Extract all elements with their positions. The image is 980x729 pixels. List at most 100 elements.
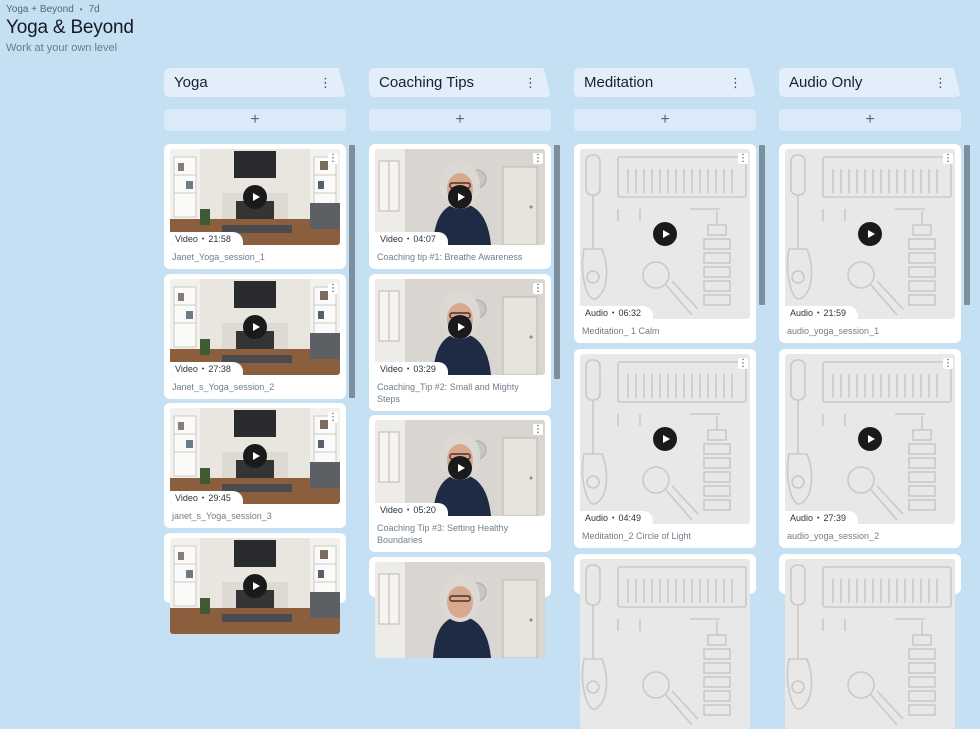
play-icon[interactable] xyxy=(653,427,677,451)
video-thumbnail[interactable] xyxy=(375,562,545,658)
add-item-button[interactable]: + xyxy=(369,109,551,131)
video-thumbnail[interactable]: Video • 03:29 ⋮ xyxy=(375,279,545,375)
column-scrollbar[interactable] xyxy=(554,145,560,379)
add-item-button[interactable]: + xyxy=(779,109,961,131)
play-icon[interactable] xyxy=(243,574,267,598)
column-title: Audio Only xyxy=(789,74,863,91)
column-scrollbar[interactable] xyxy=(349,145,355,398)
media-duration: 04:07 xyxy=(413,234,436,244)
media-card[interactable]: Video • 03:29 ⋮ Coaching_Tip #2: Small and… xyxy=(369,274,551,411)
card-menu-icon[interactable]: ⋮ xyxy=(328,153,338,164)
media-card[interactable]: Video • 05:20 ⋮ Coaching Tip #3: Setting H… xyxy=(369,415,551,552)
media-duration: 04:49 xyxy=(618,513,642,523)
column-yoga: Yoga ⋮ + Video • 21:58 ⋮ Janet_Yoga_sessio… xyxy=(164,68,346,131)
media-duration: 05:20 xyxy=(413,505,436,515)
play-icon[interactable] xyxy=(858,222,882,246)
breadcrumb-separator: • xyxy=(79,5,83,14)
video-thumbnail[interactable]: Video • 27:38 ⋮ xyxy=(170,279,340,375)
card-caption: audio_yoga_session_1 xyxy=(787,326,880,336)
play-icon[interactable] xyxy=(448,315,472,339)
audio-thumbnail[interactable] xyxy=(580,559,750,729)
column-menu-icon[interactable]: ⋮ xyxy=(934,76,947,89)
media-card[interactable] xyxy=(164,533,346,603)
video-thumbnail[interactable] xyxy=(170,538,340,634)
media-badge: Audio • 27:39 xyxy=(785,511,859,524)
media-card[interactable] xyxy=(369,557,551,597)
card-caption: janet_s_Yoga_session_3 xyxy=(172,511,272,521)
board-header: Yoga + Beyond • 7d Yoga & Beyond Work at… xyxy=(6,4,134,54)
audio-thumbnail[interactable]: Audio • 06:32 ⋮ xyxy=(580,149,750,319)
play-icon[interactable] xyxy=(858,427,882,451)
play-icon[interactable] xyxy=(243,185,267,209)
play-icon[interactable] xyxy=(448,456,472,480)
page-title: Yoga & Beyond xyxy=(6,17,134,38)
media-card[interactable]: Audio • 27:39 ⋮ audio_yoga_session_2 xyxy=(779,349,961,548)
media-badge: Audio • 04:49 xyxy=(580,511,654,524)
media-type: Audio xyxy=(585,308,609,318)
media-card[interactable]: Video • 04:07 ⋮ Coaching tip #1: Breathe A… xyxy=(369,144,551,269)
media-card[interactable]: Audio • 04:49 ⋮ Meditation_2 Circle of Lig… xyxy=(574,349,756,548)
video-thumbnail[interactable]: Video • 04:07 ⋮ xyxy=(375,149,545,245)
column-header: Audio Only ⋮ xyxy=(779,68,961,97)
media-duration: 21:58 xyxy=(208,234,231,244)
media-type: Video xyxy=(175,493,198,503)
play-icon[interactable] xyxy=(448,185,472,209)
media-duration: 29:45 xyxy=(208,493,231,503)
card-caption: audio_yoga_session_2 xyxy=(787,531,880,541)
breadcrumb-channel[interactable]: Yoga + Beyond xyxy=(6,4,74,15)
play-icon[interactable] xyxy=(243,444,267,468)
column-title: Meditation xyxy=(584,74,654,91)
video-thumbnail[interactable]: Video • 29:45 ⋮ xyxy=(170,408,340,504)
media-card[interactable]: Video • 27:38 ⋮ Janet_s_Yoga_session_2 xyxy=(164,274,346,399)
card-menu-icon[interactable]: ⋮ xyxy=(738,153,748,164)
audio-thumbnail[interactable] xyxy=(785,559,955,729)
card-menu-icon[interactable]: ⋮ xyxy=(328,283,338,294)
media-card[interactable]: Video • 21:58 ⋮ Janet_Yoga_session_1 xyxy=(164,144,346,269)
media-type: Audio xyxy=(790,513,814,523)
card-menu-icon[interactable]: ⋮ xyxy=(943,358,953,369)
audio-thumbnail[interactable]: Audio • 21:59 ⋮ xyxy=(785,149,955,319)
media-card[interactable] xyxy=(779,554,961,594)
media-card[interactable] xyxy=(574,554,756,594)
media-type: Video xyxy=(380,505,403,515)
play-icon[interactable] xyxy=(653,222,677,246)
card-caption: Coaching tip #1: Breathe Awareness xyxy=(377,252,523,262)
card-menu-icon[interactable]: ⋮ xyxy=(533,153,543,164)
media-badge: Video • 29:45 xyxy=(170,491,243,504)
media-badge: Audio • 06:32 xyxy=(580,306,654,319)
column-header: Meditation ⋮ xyxy=(574,68,756,97)
card-menu-icon[interactable]: ⋮ xyxy=(328,412,338,423)
media-badge: Video • 04:07 xyxy=(375,232,448,245)
column-menu-icon[interactable]: ⋮ xyxy=(524,76,537,89)
column-scrollbar[interactable] xyxy=(964,145,970,305)
column-title: Coaching Tips xyxy=(379,74,475,91)
media-badge: Audio • 21:59 xyxy=(785,306,859,319)
column-coaching-tips: Coaching Tips ⋮ + Video • 04:07 ⋮ Coaching… xyxy=(369,68,551,131)
column-menu-icon[interactable]: ⋮ xyxy=(729,76,742,89)
column-header: Coaching Tips ⋮ xyxy=(369,68,551,97)
card-menu-icon[interactable]: ⋮ xyxy=(943,153,953,164)
audio-thumbnail[interactable]: Audio • 04:49 ⋮ xyxy=(580,354,750,524)
media-duration: 27:39 xyxy=(823,513,847,523)
column-scrollbar[interactable] xyxy=(759,145,765,305)
audio-thumbnail[interactable]: Audio • 27:39 ⋮ xyxy=(785,354,955,524)
card-caption: Janet_Yoga_session_1 xyxy=(172,252,265,262)
card-caption: Meditation_ 1 Calm xyxy=(582,326,660,336)
media-type: Video xyxy=(175,364,198,374)
add-item-button[interactable]: + xyxy=(574,109,756,131)
video-thumbnail[interactable]: Video • 21:58 ⋮ xyxy=(170,149,340,245)
media-card[interactable]: Video • 29:45 ⋮ janet_s_Yoga_session_3 xyxy=(164,403,346,528)
column-menu-icon[interactable]: ⋮ xyxy=(319,76,332,89)
card-menu-icon[interactable]: ⋮ xyxy=(533,283,543,294)
add-item-button[interactable]: + xyxy=(164,109,346,131)
video-thumbnail[interactable]: Video • 05:20 ⋮ xyxy=(375,420,545,516)
media-duration: 03:29 xyxy=(413,364,436,374)
card-caption: Janet_s_Yoga_session_2 xyxy=(172,382,275,392)
page-subtitle: Work at your own level xyxy=(6,42,118,54)
play-icon[interactable] xyxy=(243,315,267,339)
media-card[interactable]: Audio • 21:59 ⋮ audio_yoga_session_1 xyxy=(779,144,961,343)
card-menu-icon[interactable]: ⋮ xyxy=(738,358,748,369)
media-card[interactable]: Audio • 06:32 ⋮ Meditation_ 1 Calm xyxy=(574,144,756,343)
card-menu-icon[interactable]: ⋮ xyxy=(533,424,543,435)
column-meditation: Meditation ⋮ + Audio • 06:32 ⋮ Meditation_… xyxy=(574,68,756,131)
